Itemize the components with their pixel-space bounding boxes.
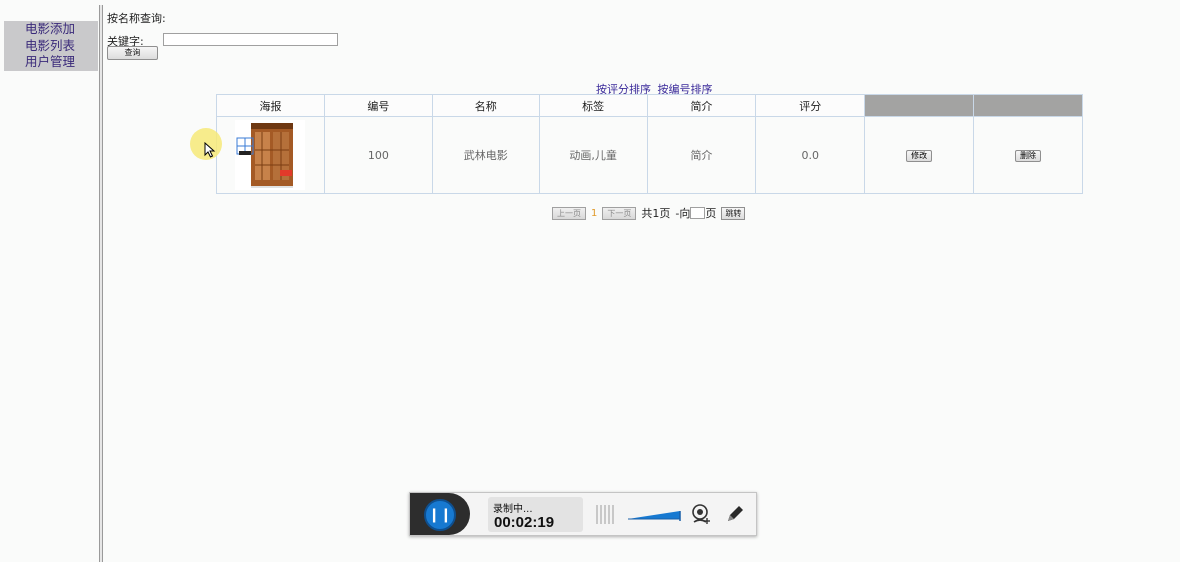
recorder-left-panel: ❙❙ — [410, 493, 470, 535]
header-name: 名称 — [431, 94, 540, 117]
header-id: 编号 — [323, 94, 433, 117]
sidebar-item-user-management[interactable]: 用户管理 — [4, 54, 98, 71]
poster-cell — [216, 116, 325, 194]
next-page-button[interactable]: 下一页 — [602, 206, 637, 220]
goto-prefix: -向 — [675, 207, 691, 220]
header-edit — [864, 94, 975, 117]
total-pages-text: 共1页 — [641, 207, 671, 220]
frame-divider[interactable] — [99, 5, 103, 562]
audio-level-icon — [596, 505, 614, 524]
rating-cell: 0.0 — [755, 116, 866, 194]
tags-cell: 动画,儿童 — [538, 116, 648, 194]
app-window: 电影添加 电影列表 用户管理 按名称查询: 关键字: 查询 按评分排序 按编号排… — [0, 0, 1180, 562]
name-cell: 武林电影 — [431, 116, 540, 194]
movie-table: 海报 编号 名称 标签 简介 评分 100 武林电影 动画,儿童 简介 0.0 … — [216, 94, 1083, 194]
edit-cell: 修改 — [864, 116, 975, 194]
sidebar-menu: 电影添加 电影列表 用户管理 — [4, 21, 98, 71]
pause-icon[interactable]: ❙❙ — [424, 499, 456, 531]
header-tags: 标签 — [538, 94, 648, 117]
query-button[interactable]: 查询 — [107, 46, 158, 60]
intro-cell: 简介 — [646, 116, 757, 194]
table-header-row: 海报 编号 名称 标签 简介 评分 — [216, 94, 1083, 117]
header-intro: 简介 — [646, 94, 757, 117]
goto-suffix: 页 — [705, 207, 717, 220]
pagination: 上一页 1 下一页 共1页 -向 页 跳转 — [552, 205, 746, 221]
delete-cell: 删除 — [973, 116, 1083, 194]
recording-elapsed-time: 00:02:19 — [494, 514, 555, 531]
edit-button[interactable]: 修改 — [906, 150, 933, 162]
keyword-input[interactable] — [163, 33, 338, 46]
pen-icon[interactable] — [724, 503, 746, 525]
current-page-number[interactable]: 1 — [591, 208, 597, 219]
sidebar-item-add-movie[interactable]: 电影添加 — [4, 21, 98, 38]
screen-recorder-toolbar: ❙❙ 录制中... 00:02:19 — [409, 492, 757, 536]
recording-status: 录制中... — [493, 504, 533, 515]
sidebar: 电影添加 电影列表 用户管理 — [0, 0, 100, 562]
jump-button[interactable]: 跳转 — [721, 206, 746, 220]
sidebar-item-movie-list[interactable]: 电影列表 — [4, 38, 98, 55]
mouse-cursor-icon — [204, 142, 216, 158]
search-title: 按名称查询: — [107, 12, 166, 25]
table-row: 100 武林电影 动画,儿童 简介 0.0 修改 删除 — [216, 116, 1083, 194]
webcam-icon[interactable] — [690, 503, 712, 525]
volume-slider[interactable] — [628, 509, 682, 521]
id-cell: 100 — [323, 116, 433, 194]
goto-page-input[interactable] — [690, 207, 706, 219]
prev-page-button[interactable]: 上一页 — [552, 206, 586, 220]
header-poster: 海报 — [216, 94, 325, 117]
delete-button[interactable]: 删除 — [1015, 150, 1042, 162]
recorder-info: 录制中... 00:02:19 — [488, 497, 583, 532]
cabinet-poster-image — [235, 120, 306, 190]
header-rating: 评分 — [755, 94, 866, 117]
header-delete — [973, 94, 1083, 117]
